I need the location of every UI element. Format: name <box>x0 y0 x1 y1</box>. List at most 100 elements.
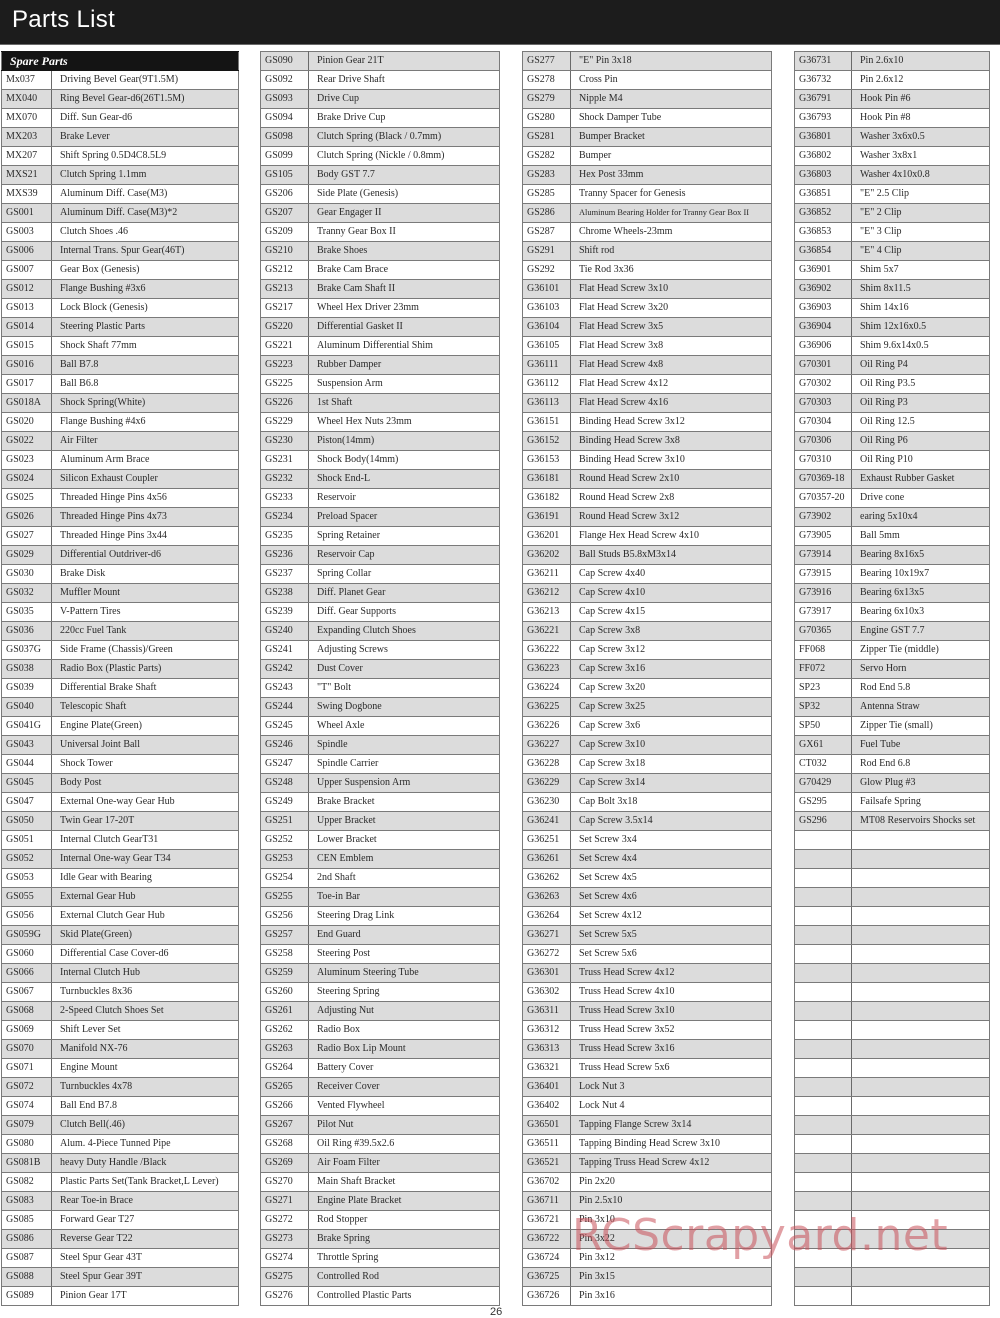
part-row: GX61 Fuel Tube <box>794 735 990 755</box>
part-row: GS003 Clutch Shoes .46 <box>1 222 239 242</box>
part-number: GS296 <box>794 811 852 831</box>
part-description: Main Shaft Bracket <box>308 1172 500 1192</box>
part-row: GS018A Shock Spring(White) <box>1 393 239 413</box>
part-number: GS256 <box>260 906 309 926</box>
part-description: earing 5x10x4 <box>851 507 990 527</box>
part-description: Steering Drag Link <box>308 906 500 926</box>
part-description: Air Filter <box>51 431 239 451</box>
part-number: G73915 <box>794 564 852 584</box>
part-number: GS270 <box>260 1172 309 1192</box>
part-row: GS270 Main Shaft Bracket <box>260 1172 500 1192</box>
part-number: GS027 <box>1 526 52 546</box>
part-number: G73916 <box>794 583 852 603</box>
part-description: Bearing 6x13x5 <box>851 583 990 603</box>
part-row: GS240 Expanding Clutch Shoes <box>260 621 500 641</box>
part-number: G36227 <box>522 735 571 755</box>
part-row: G73914 Bearing 8x16x5 <box>794 545 990 565</box>
part-description: Ball End B7.8 <box>51 1096 239 1116</box>
part-description: Pin 3x16 <box>570 1286 772 1306</box>
part-row: GS059G Skid Plate(Green) <box>1 925 239 945</box>
empty-row <box>794 1172 990 1192</box>
part-number: GS037G <box>1 640 52 660</box>
part-description: Receiver Cover <box>308 1077 500 1097</box>
part-row: G70357-20 Drive cone <box>794 488 990 508</box>
part-row: SP32 Antenna Straw <box>794 697 990 717</box>
part-row: GS043 Universal Joint Ball <box>1 735 239 755</box>
part-row: G70365 Engine GST 7.7 <box>794 621 990 641</box>
part-row: G36711 Pin 2.5x10 <box>522 1191 772 1211</box>
part-description: Steering Plastic Parts <box>51 317 239 337</box>
part-row: G36226 Cap Screw 3x6 <box>522 716 772 736</box>
part-number: GS018A <box>1 393 52 413</box>
part-number: MX203 <box>1 127 52 147</box>
part-row: GS230 Piston(14mm) <box>260 431 500 451</box>
part-description: Brake Disk <box>51 564 239 584</box>
part-number: GS275 <box>260 1267 309 1287</box>
part-description: Round Head Screw 2x10 <box>570 469 772 489</box>
part-number: G36103 <box>522 298 571 318</box>
part-description: Set Screw 4x5 <box>570 868 772 888</box>
part-number: G36181 <box>522 469 571 489</box>
part-row: GS072 Turnbuckles 4x78 <box>1 1077 239 1097</box>
part-number: G70369-18 <box>794 469 852 489</box>
part-description: Flat Head Screw 3x20 <box>570 298 772 318</box>
part-number: GS279 <box>522 89 571 109</box>
part-description: Bumper Bracket <box>570 127 772 147</box>
part-number: GX61 <box>794 735 852 755</box>
part-description: CEN Emblem <box>308 849 500 869</box>
part-row: GS088 Steel Spur Gear 39T <box>1 1267 239 1287</box>
part-row: G36906 Shim 9.6x14x0.5 <box>794 336 990 356</box>
part-number: GS068 <box>1 1001 52 1021</box>
part-row: G36853 "E" 3 Clip <box>794 222 990 242</box>
empty-cell <box>794 1286 852 1306</box>
part-row: G36321 Truss Head Screw 5x6 <box>522 1058 772 1078</box>
part-row: GS283 Hex Post 33mm <box>522 165 772 185</box>
part-row: G36213 Cap Screw 4x15 <box>522 602 772 622</box>
empty-cell <box>851 1210 990 1230</box>
part-description: Oil Ring P3 <box>851 393 990 413</box>
part-number: GS291 <box>522 241 571 261</box>
part-row: GS210 Brake Shoes <box>260 241 500 261</box>
part-number: G36151 <box>522 412 571 432</box>
part-description: Binding Head Screw 3x8 <box>570 431 772 451</box>
part-number: GS234 <box>260 507 309 527</box>
part-row: G36229 Cap Screw 3x14 <box>522 773 772 793</box>
part-row: GS015 Shock Shaft 77mm <box>1 336 239 356</box>
part-description: Side Frame (Chassis)/Green <box>51 640 239 660</box>
part-number: GS012 <box>1 279 52 299</box>
part-number: GS258 <box>260 944 309 964</box>
part-row: G36271 Set Screw 5x5 <box>522 925 772 945</box>
part-number: GS213 <box>260 279 309 299</box>
part-number: GS241 <box>260 640 309 660</box>
part-description: Shim 9.6x14x0.5 <box>851 336 990 356</box>
part-number: G70301 <box>794 355 852 375</box>
part-description: 220cc Fuel Tank <box>51 621 239 641</box>
part-description: Bearing 8x16x5 <box>851 545 990 565</box>
part-row: GS278 Cross Pin <box>522 70 772 90</box>
part-description: Toe-in Bar <box>308 887 500 907</box>
part-number: GS257 <box>260 925 309 945</box>
part-number: GS024 <box>1 469 52 489</box>
part-description: Plastic Parts Set(Tank Bracket,L Lever) <box>51 1172 239 1192</box>
part-description: Brake Cam Shaft II <box>308 279 500 299</box>
part-number: G36105 <box>522 336 571 356</box>
part-row: G36251 Set Screw 3x4 <box>522 830 772 850</box>
part-description: Shift Lever Set <box>51 1020 239 1040</box>
part-number: GS242 <box>260 659 309 679</box>
empty-cell <box>851 849 990 869</box>
empty-cell <box>851 1115 990 1135</box>
part-row: GS285 Tranny Spacer for Genesis <box>522 184 772 204</box>
part-number: GS007 <box>1 260 52 280</box>
part-number: GS083 <box>1 1191 52 1211</box>
part-description: V-Pattern Tires <box>51 602 239 622</box>
part-number: GS210 <box>260 241 309 261</box>
part-description: Set Screw 4x6 <box>570 887 772 907</box>
part-description: Bumper <box>570 146 772 166</box>
part-row: GS032 Muffler Mount <box>1 583 239 603</box>
part-description: Clutch Bell(.46) <box>51 1115 239 1135</box>
part-description: Shift rod <box>570 241 772 261</box>
part-number: GS088 <box>1 1267 52 1287</box>
part-row: GS223 Rubber Damper <box>260 355 500 375</box>
part-number: GS006 <box>1 241 52 261</box>
empty-row <box>794 906 990 926</box>
